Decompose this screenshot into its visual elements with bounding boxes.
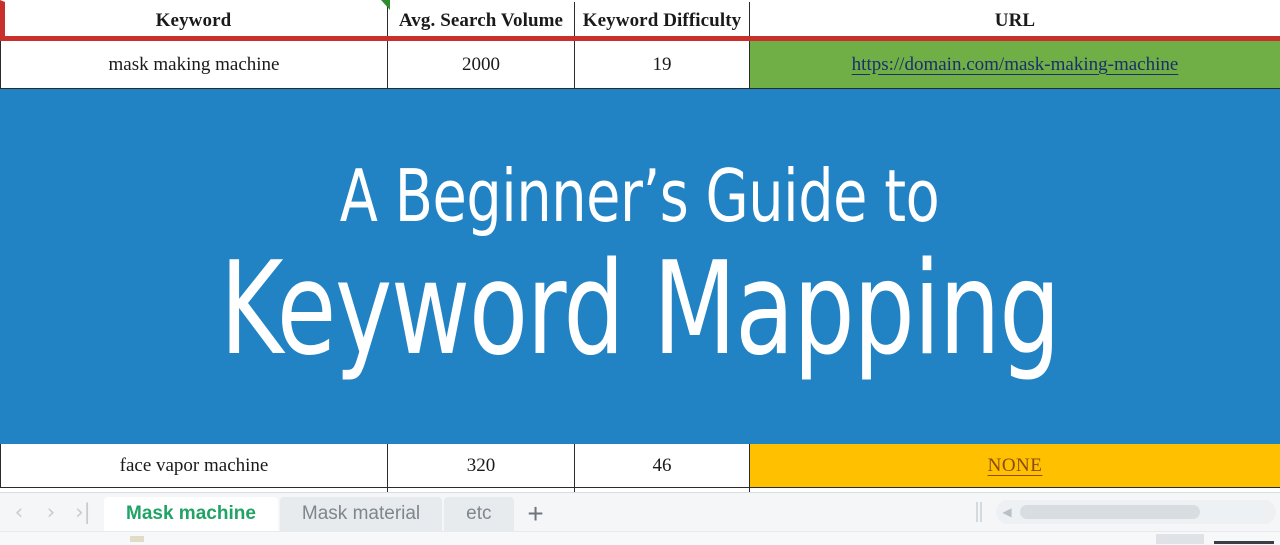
banner-subtitle: A Beginner’s Guide to <box>340 153 940 238</box>
scroll-left-icon[interactable]: ◀ <box>996 505 1018 519</box>
table-row[interactable]: mask making machine 2000 19 https://doma… <box>0 41 1280 89</box>
cell-url[interactable]: NONE <box>750 444 1280 487</box>
status-view-chip[interactable] <box>1156 533 1204 544</box>
sheet-tabs: Mask machine Mask material etc + <box>104 492 556 531</box>
scrollbar-thumb[interactable] <box>1020 504 1200 519</box>
url-link[interactable]: https://domain.com/mask-making-machine <box>852 54 1179 76</box>
cell-keyword[interactable]: face vapor machine <box>0 444 388 487</box>
sheet-tab-mask-material[interactable]: Mask material <box>279 497 443 531</box>
status-bar <box>0 531 1280 545</box>
last-sheet-icon[interactable]: ›| <box>68 495 98 529</box>
cell-comment-triangle-icon <box>381 0 390 10</box>
split-handle-bar <box>980 501 982 522</box>
add-sheet-button[interactable]: + <box>516 497 556 531</box>
sheet-tab-mask-machine[interactable]: Mask machine <box>104 497 278 531</box>
horizontal-scrollbar[interactable]: ◀ <box>996 499 1276 524</box>
sheet-nav-arrows: ‹ › ›| <box>0 492 104 531</box>
promo-banner: A Beginner’s Guide to Keyword Mapping <box>0 89 1280 444</box>
zoom-slider[interactable] <box>1214 534 1274 544</box>
banner-title: Keyword Mapping <box>220 234 1061 384</box>
column-header-keyword[interactable]: Keyword <box>0 0 388 41</box>
url-link[interactable]: NONE <box>988 455 1043 477</box>
tabbar-right-group: ◀ <box>972 492 1280 531</box>
column-header-avg-search-volume[interactable]: Avg. Search Volume <box>388 0 575 41</box>
sheet-tab-bar: ‹ › ›| Mask machine Mask material etc + … <box>0 492 1280 531</box>
cell-avg-search-volume[interactable]: 2000 <box>388 41 575 88</box>
cell-url[interactable]: https://domain.com/mask-making-machine <box>750 41 1280 88</box>
split-handle-bar <box>976 501 978 522</box>
sheet-tab-etc[interactable]: etc <box>444 497 514 531</box>
status-right-group <box>1156 533 1280 544</box>
spreadsheet-app: Keyword Avg. Search Volume Keyword Diffi… <box>0 0 1280 545</box>
prev-sheet-icon[interactable]: ‹ <box>4 495 34 529</box>
column-header-keyword-difficulty[interactable]: Keyword Difficulty <box>575 0 750 41</box>
cell-keyword[interactable]: mask making machine <box>0 41 388 88</box>
column-header-url[interactable]: URL <box>750 0 1280 41</box>
table-header-row: Keyword Avg. Search Volume Keyword Diffi… <box>0 0 1280 41</box>
next-sheet-icon[interactable]: › <box>36 495 66 529</box>
cell-keyword-difficulty[interactable]: 46 <box>575 444 750 487</box>
status-indicator <box>130 535 144 542</box>
table-row[interactable]: face vapor machine 320 46 NONE <box>0 444 1280 488</box>
split-pane-handle[interactable] <box>972 501 986 523</box>
cell-avg-search-volume[interactable]: 320 <box>388 444 575 487</box>
cell-keyword-difficulty[interactable]: 19 <box>575 41 750 88</box>
